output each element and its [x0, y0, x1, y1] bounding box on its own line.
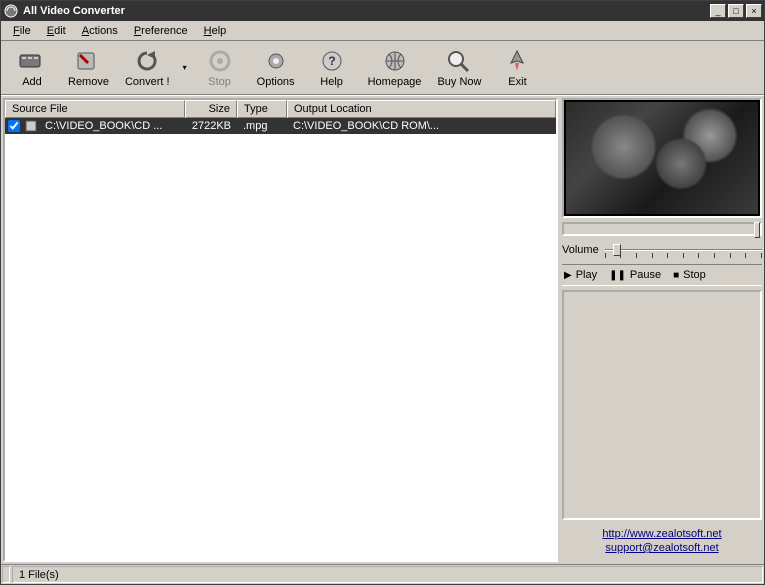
convert-button[interactable]: Convert !: [118, 43, 177, 93]
play-button[interactable]: ▶ Play: [564, 269, 597, 281]
convert-icon: [133, 48, 161, 74]
convert-label: Convert !: [125, 76, 170, 88]
volume-track: [605, 249, 762, 251]
row-checkbox-cell[interactable]: [5, 120, 23, 132]
col-size[interactable]: Size: [185, 100, 237, 118]
menu-edit[interactable]: Edit: [39, 23, 74, 39]
menu-help[interactable]: Help: [196, 23, 235, 39]
exit-button[interactable]: Exit: [490, 43, 544, 93]
title-bar: All Video Converter _ □ ×: [1, 1, 764, 21]
status-filecount: 1 File(s): [12, 566, 763, 583]
stop-playback-icon: ■: [673, 270, 679, 281]
options-button[interactable]: Options: [249, 43, 303, 93]
play-icon: ▶: [564, 270, 572, 281]
menu-actions[interactable]: Actions: [74, 23, 126, 39]
close-button[interactable]: ×: [746, 4, 762, 18]
cell-size: 2722KB: [185, 119, 237, 133]
window-buttons: _ □ ×: [708, 4, 762, 18]
add-button[interactable]: Add: [5, 43, 59, 93]
file-icon: [23, 120, 39, 132]
stop-button[interactable]: Stop: [193, 43, 247, 93]
help-label: Help: [320, 76, 343, 88]
info-box: [562, 290, 762, 520]
volume-thumb[interactable]: [613, 244, 621, 256]
help-button[interactable]: ? Help: [305, 43, 359, 93]
pause-button[interactable]: ❚❚ Pause: [609, 269, 661, 281]
col-source[interactable]: Source File: [5, 100, 185, 118]
maximize-button[interactable]: □: [728, 4, 744, 18]
cell-source: C:\VIDEO_BOOK\CD ...: [39, 119, 185, 133]
playback-controls: ▶ Play ❚❚ Pause ■ Stop: [562, 264, 762, 286]
film-add-icon: [18, 48, 46, 74]
window-title: All Video Converter: [23, 5, 708, 17]
buynow-label: Buy Now: [437, 76, 481, 88]
volume-label: Volume: [562, 244, 599, 256]
main-area: Source File Size Type Output Location C:…: [1, 95, 764, 564]
table-row[interactable]: C:\VIDEO_BOOK\CD ... 2722KB .mpg C:\VIDE…: [5, 118, 556, 134]
menu-preference[interactable]: Preference: [126, 23, 196, 39]
links: http://www.zealotsoft.net support@zealot…: [562, 520, 762, 562]
app-icon: [3, 3, 19, 19]
seek-slider[interactable]: [562, 222, 762, 236]
menu-bar: File Edit Actions Preference Help: [1, 21, 764, 41]
gear-icon: [262, 48, 290, 74]
homepage-link[interactable]: http://www.zealotsoft.net: [562, 528, 762, 540]
support-email-link[interactable]: support@zealotsoft.net: [562, 542, 762, 554]
stop-icon: [206, 48, 234, 74]
homepage-label: Homepage: [368, 76, 422, 88]
svg-text:?: ?: [328, 54, 335, 68]
column-headers: Source File Size Type Output Location: [5, 100, 556, 118]
file-list[interactable]: C:\VIDEO_BOOK\CD ... 2722KB .mpg C:\VIDE…: [5, 118, 556, 560]
globe-icon: [381, 48, 409, 74]
help-icon: ?: [318, 48, 346, 74]
pause-icon: ❚❚: [609, 270, 626, 281]
cell-type: .mpg: [237, 119, 287, 133]
menu-file[interactable]: File: [5, 23, 39, 39]
col-output[interactable]: Output Location: [287, 100, 556, 118]
add-label: Add: [22, 76, 42, 88]
seek-thumb[interactable]: [754, 222, 760, 238]
stop-playback-button[interactable]: ■ Stop: [673, 269, 706, 281]
pause-label: Pause: [630, 269, 661, 281]
buynow-button[interactable]: Buy Now: [430, 43, 488, 93]
remove-icon: [74, 48, 102, 74]
volume-row: Volume: [562, 242, 762, 258]
status-bar: 1 File(s): [1, 564, 764, 584]
remove-button[interactable]: Remove: [61, 43, 116, 93]
rocket-icon: [503, 48, 531, 74]
side-panel: Volume ▶ Play ❚❚ Pause ■ Stop http://www.ze…: [562, 98, 762, 562]
volume-slider[interactable]: [605, 242, 762, 258]
convert-dropdown[interactable]: ▾: [179, 43, 191, 93]
stop-playback-label: Stop: [683, 269, 706, 281]
row-checkbox[interactable]: [8, 120, 20, 132]
remove-label: Remove: [68, 76, 109, 88]
minimize-button[interactable]: _: [710, 4, 726, 18]
homepage-button[interactable]: Homepage: [361, 43, 429, 93]
cell-output: C:\VIDEO_BOOK\CD ROM\...: [287, 119, 556, 133]
preview-frame: [566, 102, 758, 214]
col-type[interactable]: Type: [237, 100, 287, 118]
search-dollar-icon: [445, 48, 473, 74]
file-list-pane: Source File Size Type Output Location C:…: [3, 98, 558, 562]
status-grip: [2, 566, 10, 583]
options-label: Options: [257, 76, 295, 88]
play-label: Play: [576, 269, 597, 281]
stop-label: Stop: [208, 76, 231, 88]
exit-label: Exit: [508, 76, 526, 88]
toolbar: Add Remove Convert ! ▾ Stop Options: [1, 41, 764, 95]
video-preview[interactable]: [562, 98, 762, 218]
volume-ticks: [605, 253, 762, 258]
app-window: All Video Converter _ □ × File Edit Acti…: [0, 0, 765, 585]
